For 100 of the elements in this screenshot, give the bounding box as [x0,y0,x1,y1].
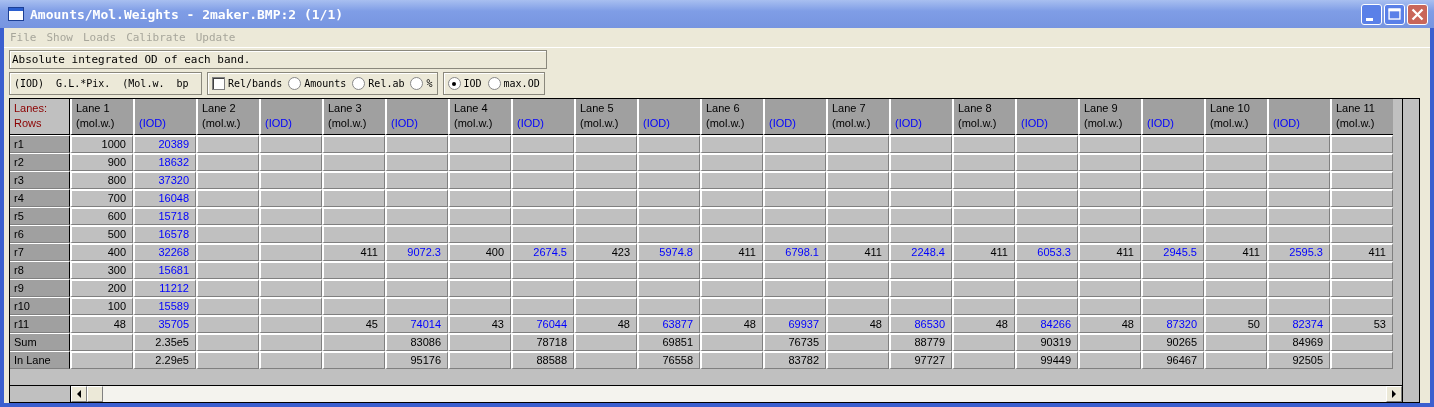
table-cell [1204,333,1267,351]
table-cell [322,189,385,207]
table-cell [574,333,637,351]
minimize-button[interactable] [1361,3,1382,25]
table-cell [1078,261,1141,279]
table-cell [196,261,259,279]
table-cell [1078,207,1141,225]
table-cell [700,207,763,225]
radio-button[interactable] [410,77,424,90]
radio-button[interactable] [447,77,461,90]
radio-button[interactable] [288,77,302,90]
left-arrow-icon [76,390,82,398]
table-cell [700,189,763,207]
table-cell [889,189,952,207]
scroll-right-button[interactable] [1386,386,1402,402]
table-cell [196,351,259,369]
table-cell [763,171,826,189]
table-cell [763,225,826,243]
table-cell [1015,279,1078,297]
table-cell [259,135,322,153]
scroll-left-button[interactable] [71,386,87,402]
column-header: Lane 7 (mol.w.) [826,99,889,135]
table-cell [637,153,700,171]
table-cell [889,297,952,315]
table-cell [1204,279,1267,297]
table-cell [259,279,322,297]
table-cell: 84266 [1015,315,1078,333]
table-cell [763,261,826,279]
table-cell [952,225,1015,243]
table-cell: 411 [700,243,763,261]
table-cell [322,225,385,243]
table-cell [1267,135,1330,153]
table-cell [1078,171,1141,189]
table-cell [1267,171,1330,189]
table-cell [826,207,889,225]
table-cell [511,297,574,315]
table-cell [1078,189,1141,207]
table-cell: 900 [70,153,133,171]
table-cell [700,297,763,315]
table-cell: 69851 [637,333,700,351]
option-label: Rel.ab [368,78,405,89]
row-header: r6 [10,225,70,243]
table-cell [700,171,763,189]
table-cell [322,153,385,171]
radio-button[interactable] [487,77,501,90]
table-cell [1330,189,1393,207]
table-cell [574,171,637,189]
table-cell [196,189,259,207]
table-cell [574,207,637,225]
table-cell [637,207,700,225]
table-cell: 32268 [133,243,196,261]
table-cell [1141,225,1204,243]
row-header: r5 [10,207,70,225]
table-cell: 2.29e5 [133,351,196,369]
row-header: r9 [10,279,70,297]
table-cell: 63877 [637,315,700,333]
checkbox[interactable] [212,77,225,90]
row-header: Sum [10,333,70,351]
table-cell: 83086 [385,333,448,351]
table-cell [574,225,637,243]
table-cell [1330,351,1393,369]
radio-button[interactable] [352,77,366,90]
table-cell: 90319 [1015,333,1078,351]
vertical-scrollbar[interactable] [1402,98,1420,403]
table-cell [511,135,574,153]
table-cell: 15589 [133,297,196,315]
table-cell: 90265 [1141,333,1204,351]
table-cell [196,225,259,243]
table-cell [1204,189,1267,207]
table-cell [763,279,826,297]
table-cell [637,135,700,153]
table-cell [322,297,385,315]
table-cell [637,171,700,189]
table-cell [322,351,385,369]
table-cell: 53 [1330,315,1393,333]
row-header: r1 [10,135,70,153]
table-cell: 6053.3 [1015,243,1078,261]
table-cell: 15718 [133,207,196,225]
scroll-thumb[interactable] [87,386,103,402]
table-cell [259,225,322,243]
table-cell [637,297,700,315]
table-cell: 16048 [133,189,196,207]
table-cell: 200 [70,279,133,297]
table-cell [1141,153,1204,171]
table-cell: 48 [70,315,133,333]
close-button[interactable] [1407,3,1428,25]
row-header: r3 [10,171,70,189]
corner-header: Lanes: Rows [10,99,70,135]
table-cell [1204,135,1267,153]
table-cell: 2674.5 [511,243,574,261]
table-cell [385,189,448,207]
table-cell [1330,261,1393,279]
table-cell: 411 [1204,243,1267,261]
table-cell: 400 [448,243,511,261]
maximize-button[interactable] [1384,3,1405,25]
table-cell: 411 [952,243,1015,261]
table-cell [889,261,952,279]
table-cell [1267,297,1330,315]
table-cell [1141,189,1204,207]
column-header: Lane 4 (mol.w.) [448,99,511,135]
